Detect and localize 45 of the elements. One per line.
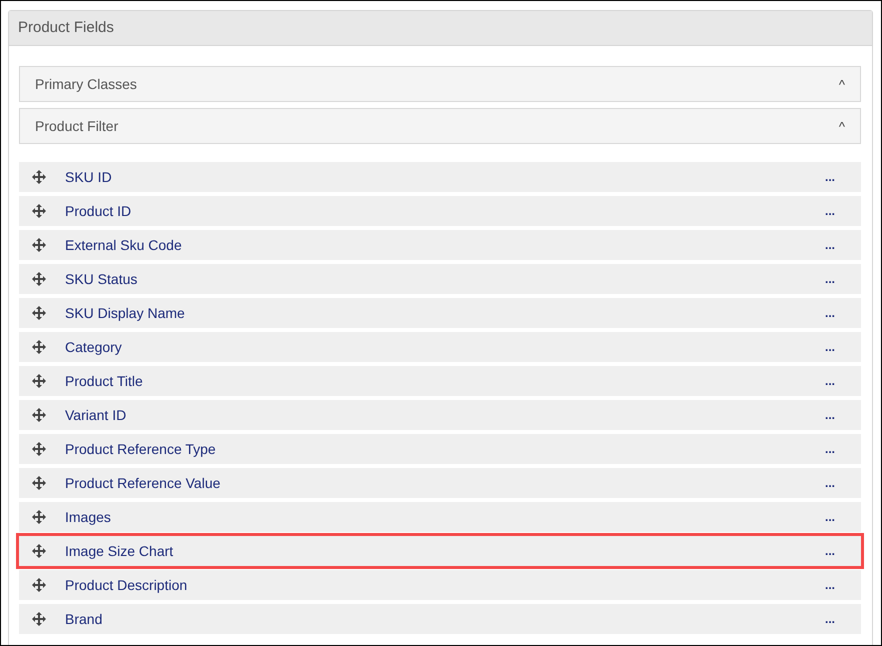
more-options-button[interactable]: ... bbox=[824, 408, 835, 422]
move-icon[interactable] bbox=[32, 408, 46, 422]
move-icon[interactable] bbox=[32, 340, 46, 354]
panel-title: Product Fields bbox=[9, 11, 872, 46]
move-icon[interactable] bbox=[32, 374, 46, 388]
field-row[interactable]: Brand ... bbox=[19, 604, 861, 634]
more-options-button[interactable]: ... bbox=[824, 204, 835, 218]
field-row[interactable]: External Sku Code ... bbox=[19, 230, 861, 260]
more-options-button[interactable]: ... bbox=[824, 578, 835, 592]
field-row[interactable]: Product Reference Type ... bbox=[19, 434, 861, 464]
field-row[interactable]: Product Title ... bbox=[19, 366, 861, 396]
field-row[interactable]: SKU Display Name ... bbox=[19, 298, 861, 328]
move-icon[interactable] bbox=[32, 510, 46, 524]
field-row[interactable]: Variant ID ... bbox=[19, 400, 861, 430]
field-row[interactable]: Category ... bbox=[19, 332, 861, 362]
move-icon[interactable] bbox=[32, 476, 46, 490]
more-options-button[interactable]: ... bbox=[824, 442, 835, 456]
more-options-button[interactable]: ... bbox=[824, 612, 835, 626]
field-row[interactable]: SKU ID ... bbox=[19, 162, 861, 192]
more-options-button[interactable]: ... bbox=[824, 272, 835, 286]
more-options-button[interactable]: ... bbox=[824, 374, 835, 388]
more-options-button[interactable]: ... bbox=[824, 238, 835, 252]
field-row[interactable]: Product Description ... bbox=[19, 570, 861, 600]
move-icon[interactable] bbox=[32, 306, 46, 320]
move-icon[interactable] bbox=[32, 204, 46, 218]
move-icon[interactable] bbox=[32, 272, 46, 286]
move-icon[interactable] bbox=[32, 238, 46, 252]
move-icon[interactable] bbox=[32, 612, 46, 626]
more-options-button[interactable]: ... bbox=[824, 340, 835, 354]
move-icon[interactable] bbox=[32, 578, 46, 592]
more-options-button[interactable]: ... bbox=[824, 306, 835, 320]
more-options-button[interactable]: ... bbox=[824, 476, 835, 490]
accordion-header[interactable]: Product Filter ^ bbox=[19, 108, 861, 144]
field-row[interactable]: SKU Status ... bbox=[19, 264, 861, 294]
field-row[interactable]: Images ... bbox=[19, 502, 861, 532]
accordion-header[interactable]: Primary Classes ^ bbox=[19, 66, 861, 102]
move-icon[interactable] bbox=[32, 170, 46, 184]
move-icon[interactable] bbox=[32, 442, 46, 456]
field-row[interactable]: Product ID ... bbox=[19, 196, 861, 226]
more-options-button[interactable]: ... bbox=[824, 544, 835, 558]
move-icon[interactable] bbox=[32, 544, 46, 558]
more-options-button[interactable]: ... bbox=[824, 170, 835, 184]
field-row[interactable]: Product Reference Value ... bbox=[19, 468, 861, 498]
more-options-button[interactable]: ... bbox=[824, 510, 835, 524]
field-row[interactable]: Image Size Chart ... bbox=[16, 533, 864, 569]
